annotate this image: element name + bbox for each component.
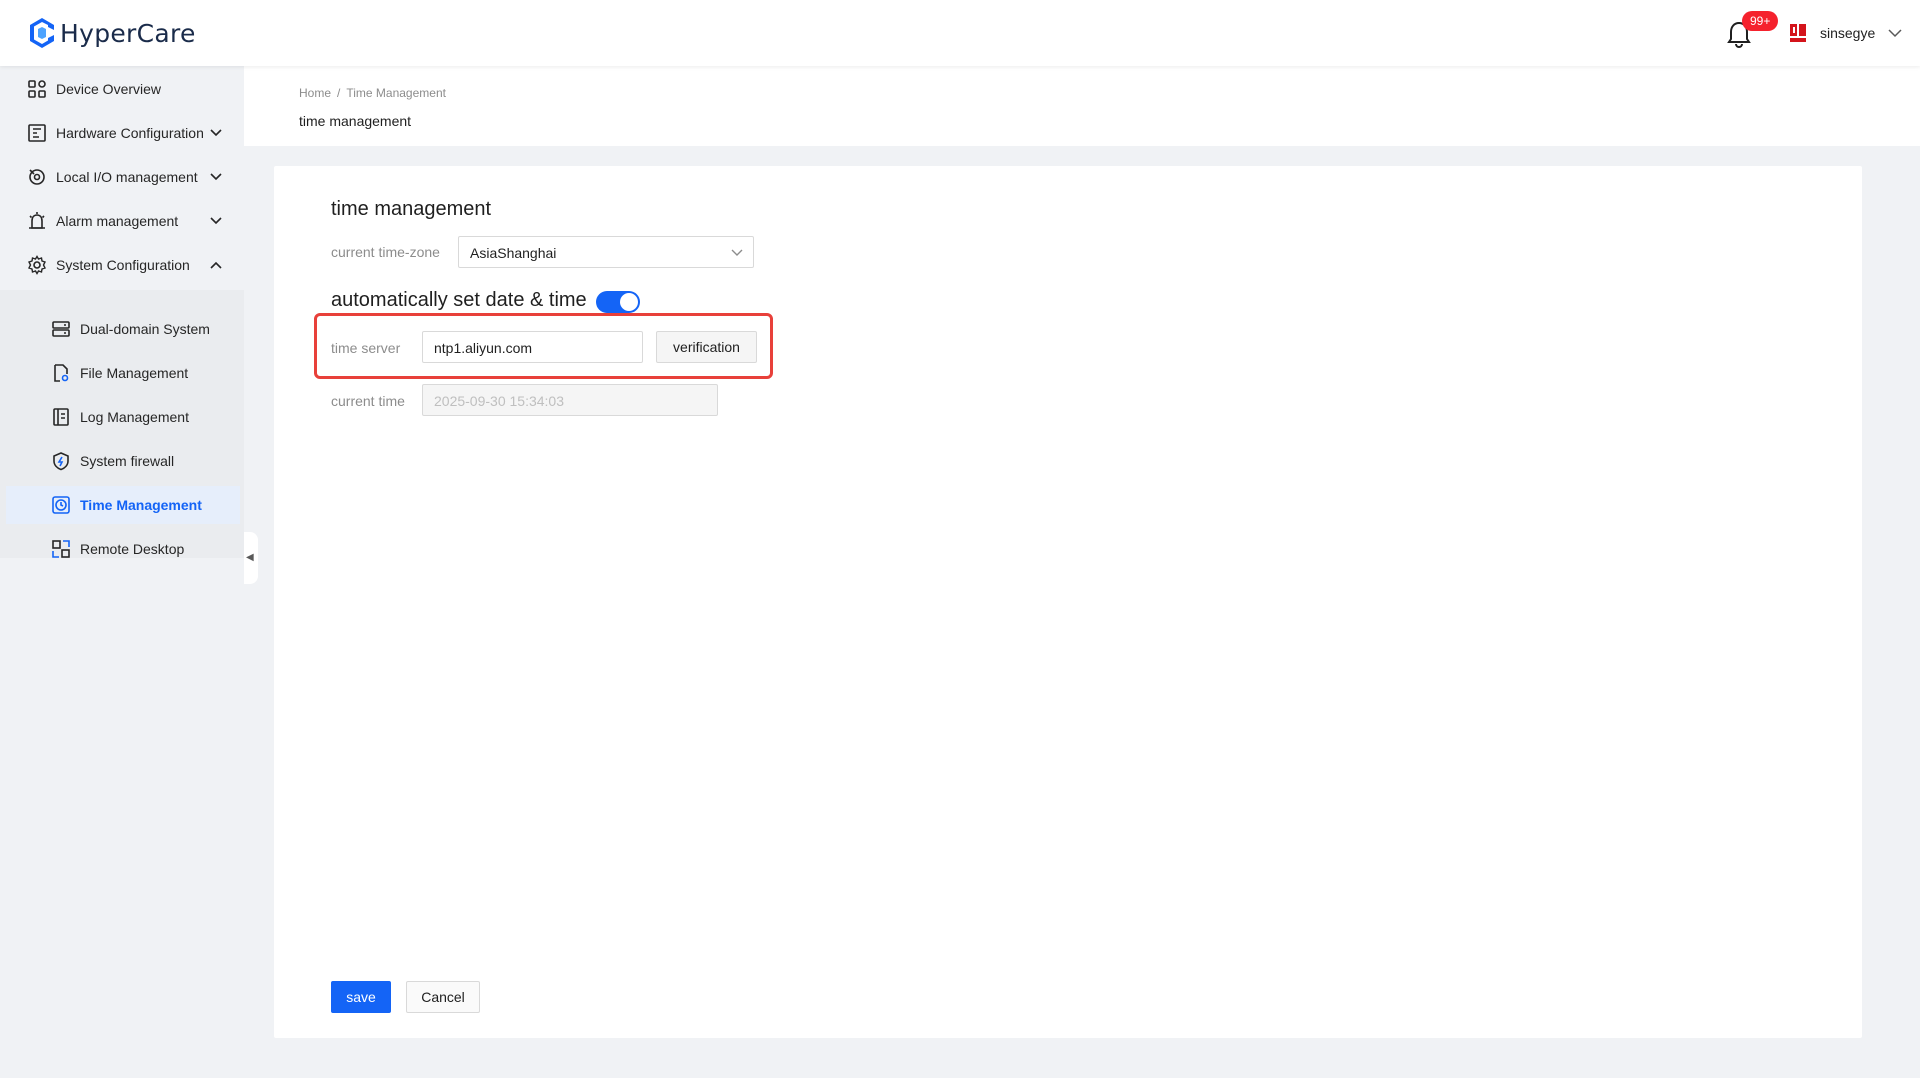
grid-icon (28, 80, 46, 98)
time-server-input[interactable]: ntp1.aliyun.com (422, 331, 643, 363)
chevron-down-icon (210, 173, 222, 181)
breadcrumb-home[interactable]: Home (299, 86, 331, 100)
top-bar: HyperCare 99+ sinsegye (0, 0, 1920, 66)
sidebar-item-label: File Management (80, 365, 189, 381)
sidebar-item-remote-desktop[interactable]: Remote Desktop (6, 530, 240, 568)
hardware-icon (28, 124, 46, 142)
username[interactable]: sinsegye (1820, 25, 1875, 41)
timezone-label: current time-zone (331, 244, 440, 260)
sidebar-item-label: Local I/O management (56, 169, 198, 185)
sidebar-item-hardware-configuration[interactable]: Hardware Configuration (0, 111, 244, 155)
company-logo-icon (1790, 24, 1806, 42)
app-name: HyperCare (60, 18, 196, 48)
cancel-button[interactable]: Cancel (406, 981, 480, 1013)
sidebar-item-label: System firewall (80, 453, 175, 469)
breadcrumb: Home / Time Management (299, 86, 446, 100)
timezone-select[interactable]: AsiaShanghai (458, 236, 754, 268)
sidebar-item-alarm-management[interactable]: Alarm management (0, 199, 244, 243)
time-server-label: time server (331, 340, 401, 356)
chevron-down-icon[interactable] (1888, 28, 1902, 38)
breadcrumb-separator: / (337, 86, 341, 100)
chevron-down-icon (210, 129, 222, 137)
file-gear-icon (54, 364, 69, 382)
sidebar-item-label: System Configuration (56, 257, 190, 273)
save-button[interactable]: save (331, 981, 391, 1013)
sidebar-item-time-management[interactable]: Time Management (6, 486, 240, 524)
log-icon (53, 408, 69, 426)
current-time-input: 2025-09-30 15:34:03 (422, 384, 718, 416)
chevron-up-icon (210, 261, 222, 269)
sidebar-item-system-configuration[interactable]: System Configuration (0, 243, 244, 287)
current-time-label: current time (331, 393, 405, 409)
sidebar-item-system-firewall[interactable]: System firewall (6, 442, 240, 480)
page-header: Home / Time Management time management (244, 66, 1920, 146)
sidebar-item-dual-domain-system[interactable]: Dual-domain System (6, 310, 240, 348)
alarm-icon (29, 212, 45, 229)
server-icon (52, 321, 70, 337)
hypercare-logo-icon (30, 18, 54, 48)
gear-icon (28, 255, 46, 275)
shield-icon (53, 452, 69, 471)
auto-time-toggle[interactable] (596, 291, 640, 313)
timezone-value: AsiaShanghai (470, 245, 557, 261)
sidebar-item-label: Dual-domain System (80, 321, 210, 337)
clock-icon (52, 496, 70, 514)
sidebar-collapse-handle[interactable]: ◀ (244, 532, 258, 584)
toggle-knob (620, 293, 638, 311)
system-configuration-submenu: Dual-domain System File Management Log M… (0, 290, 244, 558)
sidebar-item-local-io-management[interactable]: Local I/O management (0, 155, 244, 199)
section-title: time management (331, 198, 492, 220)
io-icon (29, 169, 45, 185)
chevron-down-icon (731, 249, 743, 256)
sidebar-item-log-management[interactable]: Log Management (6, 398, 240, 436)
remote-desktop-icon (52, 540, 70, 558)
verification-button[interactable]: verification (656, 331, 757, 363)
auto-time-title: automatically set date & time (331, 289, 587, 311)
sidebar-item-label: Device Overview (56, 81, 162, 97)
sidebar-item-label: Alarm management (56, 213, 179, 229)
sidebar-item-file-management[interactable]: File Management (6, 354, 240, 392)
sidebar-item-label: Log Management (80, 409, 189, 425)
app-logo[interactable]: HyperCare (28, 16, 196, 50)
sidebar-item-device-overview[interactable]: Device Overview (0, 67, 244, 111)
chevron-down-icon (210, 217, 222, 225)
page-title: time management (299, 113, 412, 129)
notification-badge: 99+ (1742, 11, 1779, 31)
sidebar-item-label: Remote Desktop (80, 541, 185, 557)
sidebar-item-label: Time Management (80, 497, 202, 513)
content-card: time management current time-zone AsiaSh… (274, 166, 1862, 1038)
sidebar-item-label: Hardware Configuration (56, 125, 204, 141)
sidebar: Device Overview Hardware Configuration L… (0, 66, 244, 1078)
breadcrumb-current: Time Management (346, 86, 446, 100)
caret-left-icon: ◀ (246, 552, 254, 563)
